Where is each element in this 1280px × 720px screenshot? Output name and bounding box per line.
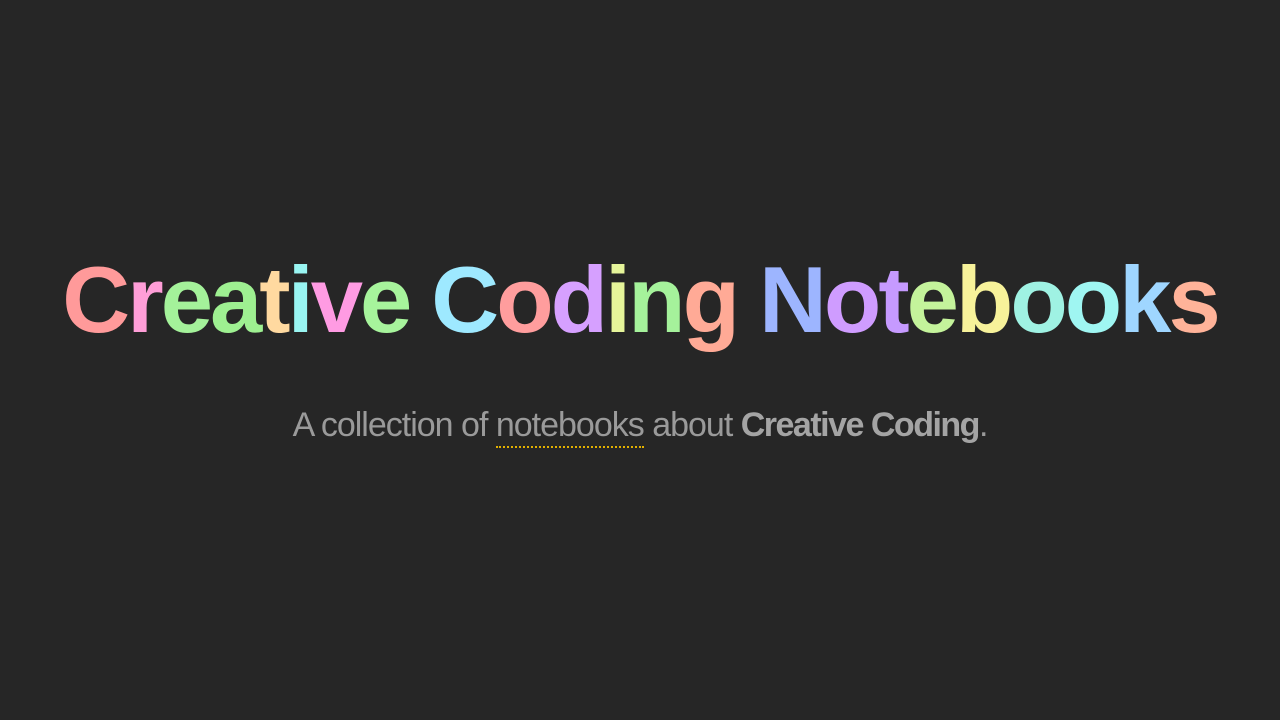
title-letter: C (62, 247, 130, 352)
title-letter: N (759, 247, 827, 352)
title-letter: n (628, 247, 685, 352)
subtitle-suffix: . (978, 406, 989, 444)
title-letter: e (906, 247, 959, 352)
title-letter: g (682, 247, 740, 352)
title-letter: o (1010, 247, 1067, 352)
notebooks-link[interactable]: notebooks (495, 406, 645, 448)
title-letter: b (955, 247, 1013, 352)
title-letter: v (310, 247, 363, 352)
title-letter: o (496, 247, 553, 352)
page: Creative Coding Notebooks A collection o… (0, 0, 1280, 720)
title-letter: d (550, 247, 608, 352)
title-letter: e (360, 247, 412, 352)
title-letter: i (605, 247, 631, 352)
title-letter: e (160, 247, 213, 352)
title-letter: t (878, 247, 909, 352)
title-letter: C (431, 247, 499, 352)
subtitle-middle: about (643, 406, 741, 444)
page-subtitle: A collection of notebooks about Creative… (0, 402, 1280, 448)
title-letter: o (1064, 247, 1122, 352)
title-letter: t (259, 247, 290, 352)
subtitle-emphasis: Creative Coding (740, 406, 981, 444)
title-letter: r (127, 247, 164, 352)
title-letter: i (287, 247, 314, 352)
subtitle-prefix: A collection of (292, 406, 496, 444)
title-letter: a (210, 247, 262, 352)
title-letter: k (1119, 247, 1171, 352)
title-letter: s (1168, 247, 1220, 352)
title-letter: o (823, 247, 881, 352)
page-title: Creative Coding Notebooks (0, 248, 1280, 352)
